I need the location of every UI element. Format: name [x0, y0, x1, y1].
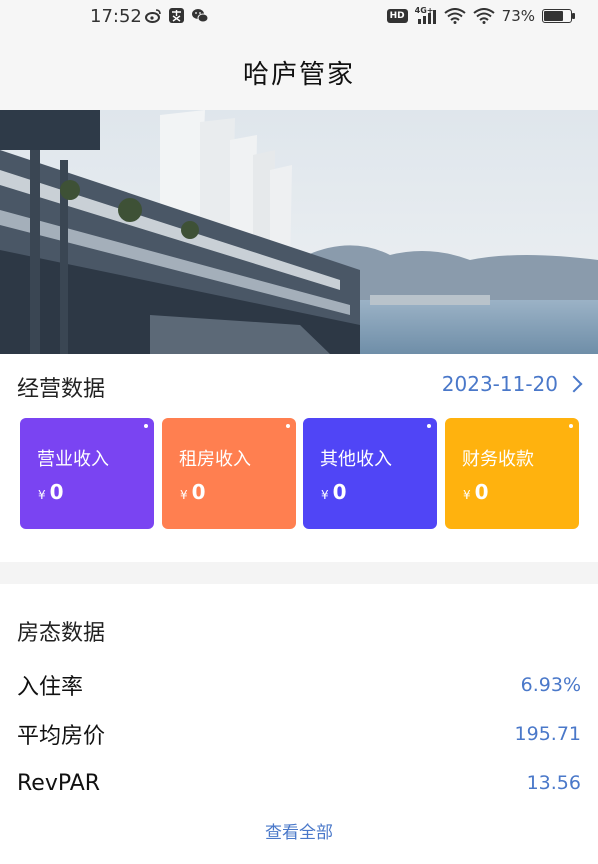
card-amount: 0 [49, 480, 64, 504]
currency-symbol: ¥ [38, 488, 46, 502]
room-section-title: 房态数据 [17, 621, 106, 646]
wifi-icon-2 [473, 8, 495, 24]
card-business-income[interactable]: 营业收入 ¥ 0 [20, 418, 154, 529]
card-dot-icon [144, 424, 148, 428]
selected-date: 2023-11-20 [441, 372, 558, 396]
card-label: 财务收款 [462, 449, 534, 470]
card-dot-icon [286, 424, 290, 428]
card-value: ¥ 0 [463, 480, 489, 504]
currency-symbol: ¥ [321, 488, 329, 502]
card-dot-icon [427, 424, 431, 428]
stat-row-occupancy: 入住率 6.93% [17, 670, 581, 700]
weibo-icon [145, 9, 161, 23]
card-value: ¥ 0 [38, 480, 64, 504]
card-value: ¥ 0 [321, 480, 347, 504]
battery-fill [544, 11, 563, 21]
business-section-title: 经营数据 [17, 377, 106, 402]
stat-row-average-price: 平均房价 195.71 [17, 719, 581, 749]
status-time: 17:52 [90, 6, 142, 27]
card-rental-income[interactable]: 租房收入 ¥ 0 [162, 418, 296, 529]
card-dot-icon [569, 424, 573, 428]
view-all-link[interactable]: 查看全部 [0, 818, 598, 843]
stat-label: RevPAR [17, 770, 101, 796]
wifi-icon [444, 8, 466, 24]
card-amount: 0 [332, 480, 347, 504]
stat-row-revpar: RevPAR 13.56 [17, 768, 581, 798]
card-label: 营业收入 [37, 449, 109, 470]
chevron-right-icon [565, 375, 583, 393]
stat-label: 平均房价 [17, 724, 106, 749]
section-divider [0, 562, 598, 584]
app-header: 哈庐管家 [0, 34, 598, 110]
card-finance-receipts[interactable]: 财务收款 ¥ 0 [445, 418, 579, 529]
battery-percent: 73% [501, 7, 535, 25]
hd-icon: HD [386, 9, 408, 23]
harbor-photo [0, 110, 598, 354]
status-bar: 17:52 HD 4G+ 73% [0, 0, 598, 34]
card-other-income[interactable]: 其他收入 ¥ 0 [303, 418, 437, 529]
page-title: 哈庐管家 [242, 60, 355, 90]
banner-image[interactable] [0, 110, 598, 354]
card-amount: 0 [191, 480, 206, 504]
stat-value: 13.56 [526, 772, 581, 794]
card-amount: 0 [474, 480, 489, 504]
notification-icons [145, 7, 209, 24]
date-selector[interactable]: 2023-11-20 [442, 372, 584, 396]
card-value: ¥ 0 [180, 480, 206, 504]
battery-icon [542, 9, 575, 23]
revenue-cards: 营业收入 ¥ 0 租房收入 ¥ 0 其他收入 ¥ 0 财务收款 ¥ 0 [20, 418, 580, 529]
currency-symbol: ¥ [463, 488, 471, 502]
stat-label: 入住率 [17, 675, 84, 700]
currency-symbol: ¥ [180, 488, 188, 502]
system-icons: HD 4G+ 73% [386, 6, 575, 25]
app-icon [169, 8, 184, 23]
card-label: 租房收入 [179, 449, 251, 470]
wechat-icon [192, 9, 209, 23]
stat-value: 6.93% [520, 674, 581, 696]
signal-icon: 4G+ [415, 6, 437, 24]
card-label: 其他收入 [320, 449, 392, 470]
stat-value: 195.71 [514, 723, 581, 745]
